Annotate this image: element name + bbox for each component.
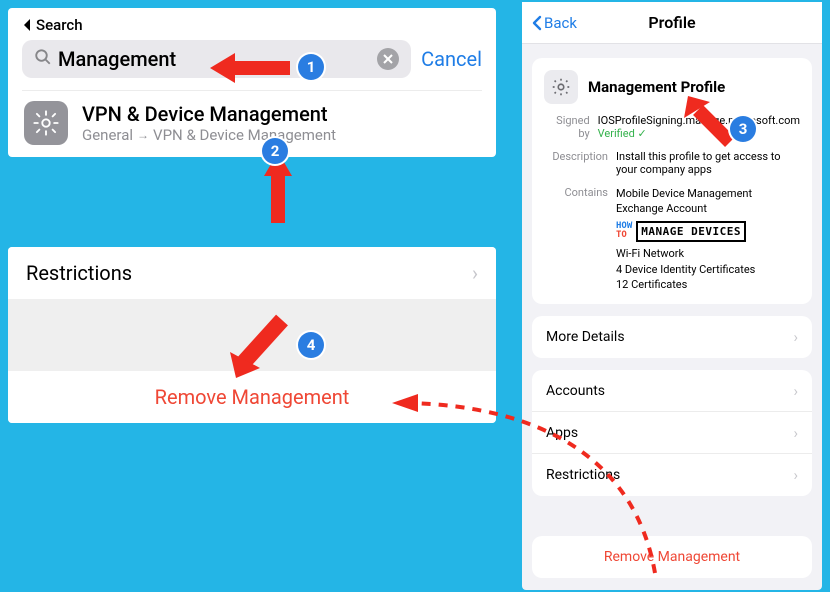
step-badge-1: 1: [298, 54, 324, 80]
annotation-arrow-4: [222, 310, 302, 385]
verified-badge: Verified ✓: [598, 127, 647, 140]
arrow-right-icon: →: [137, 128, 149, 142]
chevron-left-icon: [532, 15, 542, 31]
nav-bar: Back Profile: [522, 2, 822, 44]
more-details-card: More Details ›: [532, 316, 812, 358]
step-badge-3: 3: [730, 116, 756, 142]
brand-watermark: HOW TO MANAGE DEVICES: [616, 221, 800, 242]
result-title: VPN & Device Management: [82, 102, 336, 126]
contains-label: Contains: [544, 186, 608, 292]
back-label: Search: [36, 16, 83, 34]
chevron-right-icon: ›: [472, 261, 478, 285]
description-label: Description: [544, 150, 608, 176]
chevron-right-icon: ›: [793, 424, 798, 442]
contains-value: Mobile Device Management Exchange Accoun…: [616, 186, 800, 292]
back-search[interactable]: Search: [22, 16, 482, 34]
chevron-right-icon: ›: [793, 328, 798, 346]
gear-icon: [544, 70, 578, 104]
restrictions-row[interactable]: Restrictions ›: [8, 247, 496, 299]
page-title: Profile: [648, 13, 695, 32]
chevron-right-icon: ›: [793, 466, 798, 484]
result-path: General → VPN & Device Management: [82, 126, 336, 144]
profile-card: Management Profile Signed by IOSProfileS…: [532, 58, 812, 304]
more-details-row[interactable]: More Details ›: [532, 316, 812, 358]
clear-icon[interactable]: [377, 48, 399, 70]
search-result[interactable]: VPN & Device Management General → VPN & …: [22, 90, 482, 147]
back-button[interactable]: Back: [532, 14, 577, 32]
description-value: Install this profile to get access to yo…: [616, 150, 800, 176]
step-badge-4: 4: [298, 332, 324, 358]
triangle-left-icon: [22, 18, 32, 32]
step-badge-2: 2: [262, 138, 288, 164]
annotation-arrow-1: [205, 48, 295, 88]
gear-icon: [24, 101, 68, 145]
signed-by-label: Signed by: [544, 114, 590, 140]
cancel-button[interactable]: Cancel: [421, 47, 482, 71]
chevron-right-icon: ›: [793, 382, 798, 400]
restrictions-label: Restrictions: [26, 261, 132, 285]
search-icon: [34, 48, 52, 71]
annotation-dashed-arrow: [380, 388, 670, 583]
